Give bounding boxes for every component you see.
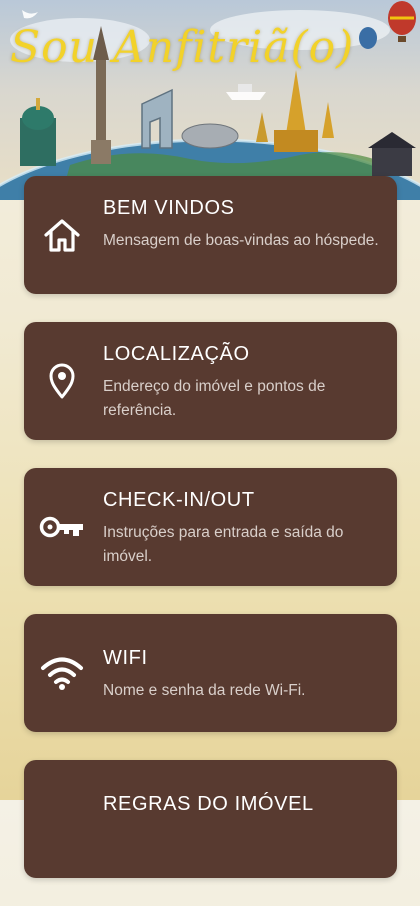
menu-card-title: LOCALIZAÇÃO (103, 343, 250, 365)
menu-card-title: CHECK-IN/OUT (103, 489, 255, 511)
wifi-icon (38, 614, 86, 732)
menu-card-title: REGRAS DO IMÓVEL (103, 793, 314, 815)
menu-card-title: BEM VINDOS (103, 197, 235, 219)
header-banner: Sou Anfitriã(o) (0, 0, 420, 200)
menu-card-check-in-out[interactable]: CHECK-IN/OUT Instruções para entrada e s… (24, 468, 397, 586)
menu-card-description: Instruções para entrada e saída do imóve… (103, 524, 344, 565)
menu-card-localizacao[interactable]: LOCALIZAÇÃO Endereço do imóvel e pontos … (24, 322, 397, 440)
menu-card-description: Endereço do imóvel e pontos de referênci… (103, 378, 326, 419)
menu-card-description: Mensagem de boas-vindas ao hóspede. (103, 232, 379, 249)
home-icon (38, 176, 86, 294)
app-title: Sou Anfitriã(o) (10, 22, 355, 73)
key-icon (38, 468, 86, 586)
menu-list: BEM VINDOS Mensagem de boas-vindas ao hó… (24, 176, 397, 906)
menu-card-wifi[interactable]: WIFI Nome e senha da rede Wi-Fi. (24, 614, 397, 732)
menu-card-regras-do-imovel[interactable]: REGRAS DO IMÓVEL (24, 760, 397, 878)
menu-card-title: WIFI (103, 647, 148, 669)
menu-card-description: Nome e senha da rede Wi-Fi. (103, 682, 306, 699)
menu-card-bem-vindos[interactable]: BEM VINDOS Mensagem de boas-vindas ao hó… (24, 176, 397, 294)
location-pin-icon (38, 322, 86, 440)
